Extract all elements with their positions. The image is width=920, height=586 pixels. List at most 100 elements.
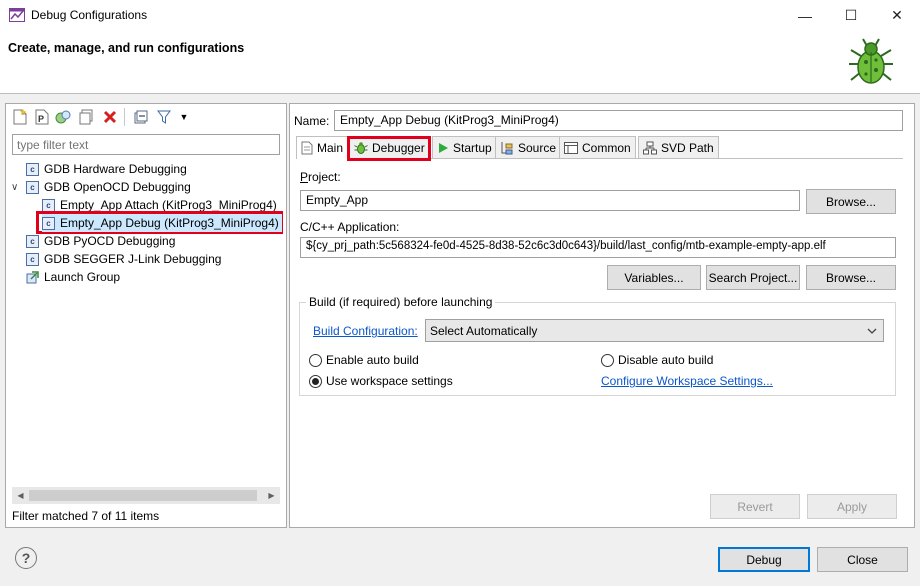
delete-icon <box>103 110 117 124</box>
project-label: Project: <box>300 170 341 184</box>
help-button[interactable]: ? <box>15 547 37 569</box>
tab-common[interactable]: Common <box>559 136 636 158</box>
tree-item-gdb-pyocd-debugging[interactable]: c GDB PyOCD Debugging <box>26 232 175 250</box>
application-input[interactable]: ${cy_prj_path:5c568324-fe0d-4525-8d38-52… <box>300 237 896 258</box>
app-icon <box>9 8 25 22</box>
tab-svd-path[interactable]: SVD Path <box>638 136 719 158</box>
tree-item-gdb-hardware-debugging[interactable]: c GDB Hardware Debugging <box>26 160 187 178</box>
button-label: Variables... <box>624 270 684 285</box>
browse-application-button[interactable]: Browse... <box>806 265 896 290</box>
configure-workspace-settings-link[interactable]: Configure Workspace Settings... <box>601 374 773 388</box>
close-window-button[interactable]: ✕ <box>874 0 920 31</box>
export-icon <box>55 110 71 124</box>
c-launch-config-icon: c <box>26 234 39 248</box>
tab-label: Source <box>518 140 557 155</box>
variables-button[interactable]: Variables... <box>607 265 701 290</box>
build-group-label: Build (if required) before launching <box>306 295 496 309</box>
tree-item-label: GDB SEGGER J-Link Debugging <box>44 252 222 266</box>
button-label: Debug <box>746 552 782 567</box>
new-configuration-button[interactable] <box>12 109 28 125</box>
c-launch-config-icon: c <box>26 180 39 194</box>
chevron-down-icon <box>867 328 877 334</box>
export-button[interactable] <box>55 109 71 125</box>
tab-label: SVD Path <box>661 140 714 155</box>
radio-label: Disable auto build <box>618 353 714 367</box>
radio-button[interactable] <box>309 374 322 388</box>
common-icon <box>564 141 578 154</box>
radio-label: Use workspace settings <box>326 374 453 388</box>
delete-button[interactable] <box>102 109 118 125</box>
scrollbar-thumb[interactable] <box>29 490 257 501</box>
name-input[interactable]: Empty_App Debug (KitProg3_MiniProg4) <box>334 110 903 131</box>
close-icon: ✕ <box>891 7 903 23</box>
filter-icon <box>157 110 171 124</box>
minimize-icon: — <box>798 7 812 24</box>
revert-button[interactable]: Revert <box>710 494 800 519</box>
page-icon <box>301 141 313 155</box>
tree-item-gdb-openocd-debugging[interactable]: ∨ c GDB OpenOCD Debugging <box>11 178 191 196</box>
button-label: Search Project... <box>708 270 798 285</box>
radio-button[interactable] <box>601 353 614 367</box>
search-project-button[interactable]: Search Project... <box>706 265 800 290</box>
c-launch-config-icon: c <box>26 252 39 266</box>
project-input[interactable]: Empty_App <box>300 190 800 211</box>
collapse-all-button[interactable] <box>133 109 149 125</box>
scroll-right-icon[interactable]: ▶ <box>263 487 280 504</box>
button-label: Browse... <box>825 194 876 209</box>
play-icon <box>439 142 448 153</box>
scroll-left-icon[interactable]: ◀ <box>12 487 29 504</box>
chevron-down-icon[interactable]: ∨ <box>11 182 23 193</box>
use-workspace-settings-radio[interactable]: Use workspace settings <box>309 374 453 388</box>
bug-icon <box>843 34 899 90</box>
tree-item-gdb-segger-jlink-debugging[interactable]: c GDB SEGGER J-Link Debugging <box>26 250 221 268</box>
enable-auto-build-radio[interactable]: Enable auto build <box>309 353 419 367</box>
tab-label: Startup <box>453 140 492 155</box>
build-configuration-select[interactable]: Select Automatically <box>425 319 884 342</box>
close-button[interactable]: Close <box>817 547 908 572</box>
title-bar: Debug Configurations — ☐ ✕ <box>0 0 920 31</box>
browse-project-button[interactable]: Browse... <box>806 189 896 214</box>
collapse-all-icon <box>134 110 148 124</box>
tab-main[interactable]: Main <box>296 136 349 159</box>
header-title: Create, manage, and run configurations <box>8 41 245 55</box>
build-configuration-link[interactable]: Build Configuration: <box>313 324 418 338</box>
disable-auto-build-radio[interactable]: Disable auto build <box>601 353 713 367</box>
button-label: Revert <box>737 499 773 514</box>
highlight-box <box>347 136 431 161</box>
tree-item-label: Launch Group <box>44 270 121 284</box>
apply-button[interactable]: Apply <box>807 494 897 519</box>
tab-startup[interactable]: Startup <box>432 136 497 158</box>
filter-input[interactable] <box>12 134 280 155</box>
launch-group-icon <box>26 270 39 284</box>
debug-button[interactable]: Debug <box>718 547 810 572</box>
maximize-button[interactable]: ☐ <box>828 0 874 31</box>
view-menu-button[interactable]: ▼ <box>176 109 192 125</box>
app-label: C/C++ Application: <box>300 220 400 234</box>
select-value: Select Automatically <box>430 323 538 338</box>
c-launch-config-icon: c <box>42 216 55 230</box>
button-label: Close <box>847 552 878 567</box>
tree-icon <box>643 141 657 154</box>
c-launch-config-icon: c <box>26 162 39 176</box>
minimize-button[interactable]: — <box>782 0 828 31</box>
tree-item-label: GDB OpenOCD Debugging <box>44 180 191 194</box>
tab-source[interactable]: Source <box>495 136 562 158</box>
filter-status: Filter matched 7 of 11 items <box>12 509 160 523</box>
tree-item-label: GDB Hardware Debugging <box>44 162 187 176</box>
c-launch-config-icon: c <box>42 198 55 212</box>
tree-item-launch-group[interactable]: Launch Group <box>26 268 120 286</box>
horizontal-scrollbar[interactable]: ◀ ▶ <box>12 487 280 504</box>
dropdown-arrow-icon: ▼ <box>179 112 189 122</box>
new-prototype-button[interactable]: P <box>34 109 50 125</box>
help-icon: ? <box>21 550 31 566</box>
tree-item-label: Empty_App Debug (KitProg3_MiniProg4) <box>60 216 279 230</box>
toolbar-separator <box>124 108 125 126</box>
tree-item-empty-app-debug[interactable]: c Empty_App Debug (KitProg3_MiniProg4) <box>42 214 282 232</box>
prototype-icon: P <box>35 109 49 125</box>
name-label: Name: <box>294 114 330 128</box>
duplicate-button[interactable] <box>78 109 94 125</box>
radio-button[interactable] <box>309 353 322 367</box>
tab-label: Main <box>317 141 344 155</box>
filter-button[interactable] <box>156 109 172 125</box>
dialog-header: Create, manage, and run configurations <box>0 31 920 94</box>
